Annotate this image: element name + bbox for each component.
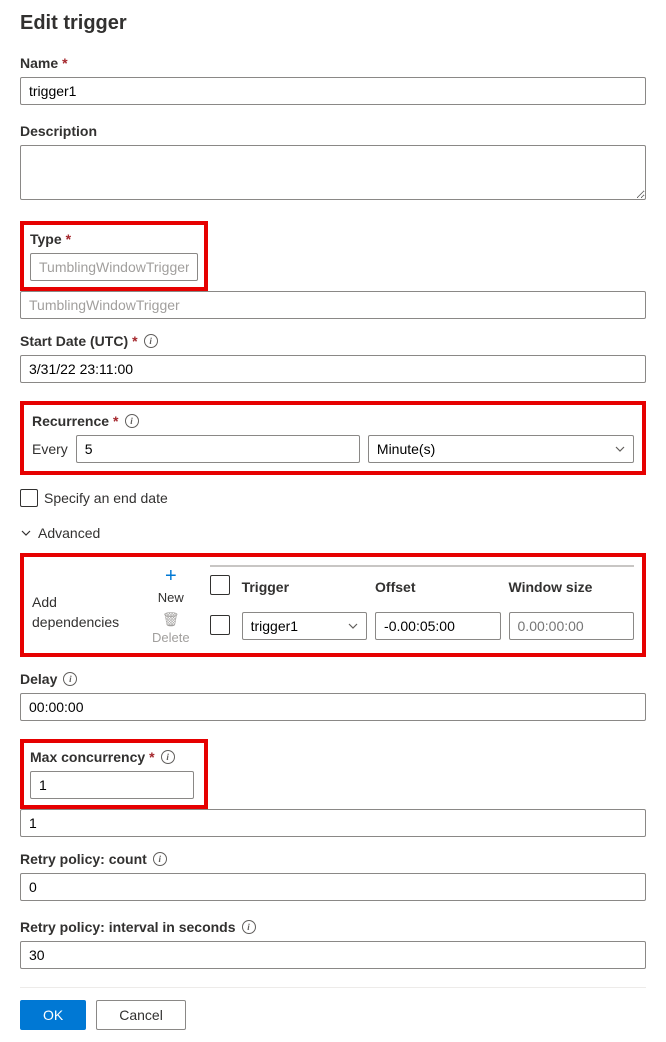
start-date-label-text: Start Date (UTC) — [20, 333, 128, 349]
type-label-text: Type — [30, 231, 62, 247]
delete-button: Delete — [152, 630, 190, 645]
select-all-checkbox[interactable] — [210, 575, 230, 595]
description-label-text: Description — [20, 123, 97, 139]
offset-input[interactable] — [375, 612, 500, 640]
start-date-label: Start Date (UTC) * i — [20, 333, 646, 349]
description-textarea[interactable] — [20, 145, 646, 200]
delay-label-text: Delay — [20, 671, 57, 687]
type-input-full — [20, 291, 646, 319]
required-asterisk: * — [149, 749, 154, 765]
advanced-toggle[interactable]: Advanced — [20, 525, 646, 541]
max-concurrency-label: Max concurrency * i — [30, 749, 198, 765]
retry-count-label-text: Retry policy: count — [20, 851, 147, 867]
retry-interval-input[interactable] — [20, 941, 646, 969]
ok-button[interactable]: OK — [20, 1000, 86, 1030]
row-checkbox[interactable] — [210, 615, 230, 635]
new-button[interactable]: New — [158, 590, 184, 605]
info-icon[interactable]: i — [144, 334, 158, 348]
name-label: Name * — [20, 55, 646, 71]
info-icon[interactable]: i — [161, 750, 175, 764]
recurrence-label: Recurrence * i — [32, 413, 634, 429]
delay-label: Delay i — [20, 671, 646, 687]
required-asterisk: * — [113, 413, 118, 429]
table-row — [210, 612, 634, 640]
cancel-button[interactable]: Cancel — [96, 1000, 186, 1030]
retry-count-input[interactable] — [20, 873, 646, 901]
info-icon[interactable]: i — [242, 920, 256, 934]
specify-end-label: Specify an end date — [44, 490, 168, 506]
info-icon[interactable]: i — [153, 852, 167, 866]
window-size-input[interactable] — [509, 612, 634, 640]
info-icon[interactable]: i — [63, 672, 77, 686]
info-icon[interactable]: i — [125, 414, 139, 428]
description-label: Description — [20, 123, 646, 139]
recurrence-unit-select[interactable] — [368, 435, 634, 463]
max-concurrency-input-inner[interactable] — [30, 771, 194, 799]
chevron-down-icon — [20, 527, 32, 539]
add-dependencies-label: Adddependencies — [32, 565, 132, 632]
column-trigger: Trigger — [242, 579, 367, 595]
type-label: Type * — [30, 231, 198, 247]
required-asterisk: * — [62, 55, 67, 71]
column-offset: Offset — [375, 579, 500, 595]
delay-input[interactable] — [20, 693, 646, 721]
column-window: Window size — [509, 579, 634, 595]
retry-count-label: Retry policy: count i — [20, 851, 646, 867]
retry-interval-label: Retry policy: interval in seconds i — [20, 919, 646, 935]
name-label-text: Name — [20, 55, 58, 71]
recurrence-label-text: Recurrence — [32, 413, 109, 429]
specify-end-checkbox[interactable] — [20, 489, 38, 507]
advanced-label: Advanced — [38, 525, 100, 541]
trigger-select[interactable] — [242, 612, 367, 640]
start-date-input[interactable] — [20, 355, 646, 383]
page-title: Edit trigger — [20, 12, 646, 35]
type-input — [30, 253, 198, 281]
required-asterisk: * — [132, 333, 137, 349]
recurrence-value-input[interactable] — [76, 435, 360, 463]
max-concurrency-input[interactable] — [20, 809, 646, 837]
plus-icon[interactable]: + — [165, 565, 177, 588]
required-asterisk: * — [66, 231, 71, 247]
max-concurrency-label-text: Max concurrency — [30, 749, 145, 765]
trash-icon: 🗑 — [162, 611, 180, 628]
retry-interval-label-text: Retry policy: interval in seconds — [20, 919, 236, 935]
name-input[interactable] — [20, 77, 646, 105]
every-label: Every — [32, 441, 68, 457]
